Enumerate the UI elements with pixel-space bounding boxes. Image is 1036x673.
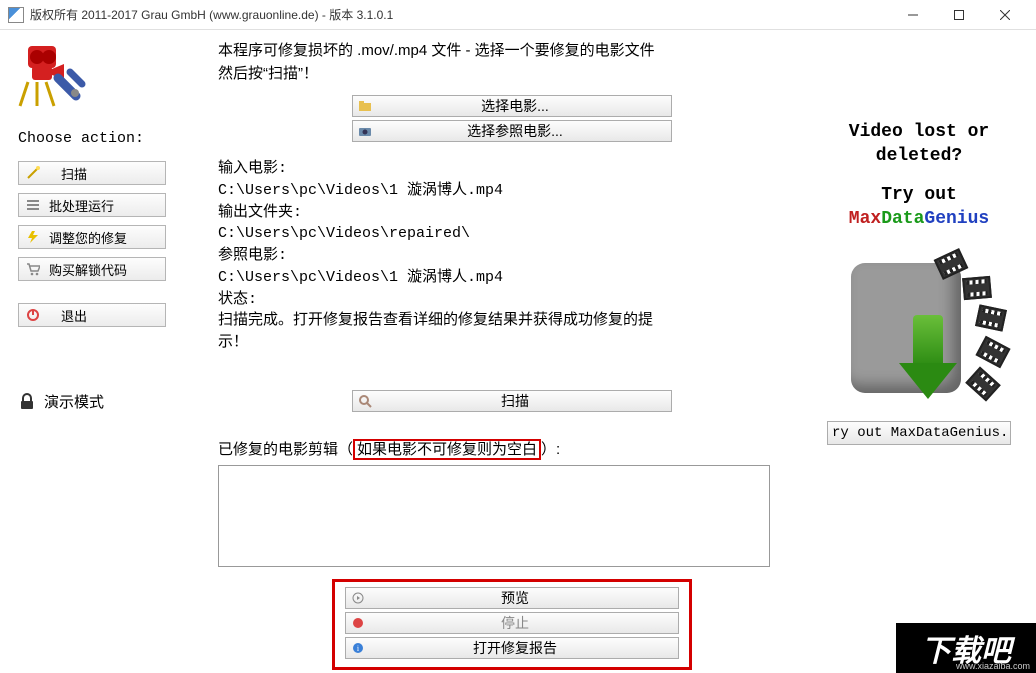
sidebar-btn-label: 退出 [49,306,159,325]
close-button[interactable] [982,1,1028,29]
scan-main-button[interactable]: 扫描 [352,390,672,412]
power-icon [25,307,41,323]
action-group: 预览 停止 i 打开修复报告 [332,579,692,670]
select-movie-button[interactable]: 选择电影... [352,95,672,117]
intro-text: 本程序可修复损坏的 .mov/.mp4 文件 - 选择一个要修复的电影文件 然后… [218,40,806,85]
sidebar-btn-label: 批处理运行 [49,196,114,215]
batch-button[interactable]: 批处理运行 [18,193,166,217]
report-button[interactable]: i 打开修复报告 [345,637,679,659]
app-icon [8,7,24,23]
btn-label: 打开修复报告 [372,638,678,658]
titlebar: 版权所有 2011-2017 Grau GmbH (www.grauonline… [0,0,1036,30]
minimize-button[interactable] [890,1,936,29]
adjust-button[interactable]: 调整您的修复 [18,225,166,249]
btn-label: 扫描 [379,391,671,411]
main-panel: 本程序可修复损坏的 .mov/.mp4 文件 - 选择一个要修复的电影文件 然后… [200,30,816,673]
app-logo [18,40,88,110]
ad-image [829,245,1009,415]
scan-button[interactable]: 扫描 [18,161,166,185]
ad-button-label: ry out MaxDataGenius.. [832,425,1011,441]
ad-panel: Video lost or deleted? Try out MaxDataGe… [816,30,1036,673]
ad-button[interactable]: ry out MaxDataGenius.. [827,421,1011,445]
camera-icon [357,123,373,139]
maximize-button[interactable] [936,1,982,29]
stop-icon [350,615,366,631]
sidebar-btn-label: 调整您的修复 [49,228,127,247]
select-ref-button[interactable]: 选择参照电影... [352,120,672,142]
demo-label: 演示模式 [44,391,104,412]
watermark: 下载吧 www.xiazaiba.com [896,623,1036,673]
play-icon [350,590,366,606]
list-icon [25,197,41,213]
bolt-icon [25,229,41,245]
info-block: 输入电影: C:\Users\pc\Videos\1 漩涡博人.mp4 输出文件… [218,158,806,354]
window-title: 版权所有 2011-2017 Grau GmbH (www.grauonline… [30,6,890,23]
close-icon [1000,10,1010,20]
demo-mode: 演示模式 [18,391,104,412]
repaired-list[interactable] [218,465,770,567]
sidebar-btn-label: 扫描 [49,164,159,183]
minimize-icon [908,10,918,20]
magnifier-icon [357,393,373,409]
ad-headline: Video lost or deleted? Try out MaxDataGe… [820,120,1018,231]
maximize-icon [954,10,964,20]
unlock-button[interactable]: 购买解锁代码 [18,257,166,281]
sidebar: Choose action: 扫描 批处理运行 调整您的修复 购买解锁代码 退出… [0,30,200,673]
wand-icon [25,165,41,181]
lock-icon [18,393,36,411]
sidebar-btn-label: 购买解锁代码 [49,260,127,279]
clip-highlight: 如果电影不可修复则为空白 [353,439,541,460]
stop-button: 停止 [345,612,679,634]
btn-label: 停止 [372,613,678,633]
btn-label: 选择电影... [379,96,671,116]
exit-button[interactable]: 退出 [18,303,166,327]
folder-icon [357,98,373,114]
preview-button[interactable]: 预览 [345,587,679,609]
clip-label: 已修复的电影剪辑（如果电影不可修复则为空白）: [218,438,806,459]
sidebar-heading: Choose action: [18,130,144,147]
btn-label: 选择参照电影... [379,121,671,141]
btn-label: 预览 [372,588,678,608]
info-icon: i [350,640,366,656]
cart-icon [25,261,41,277]
